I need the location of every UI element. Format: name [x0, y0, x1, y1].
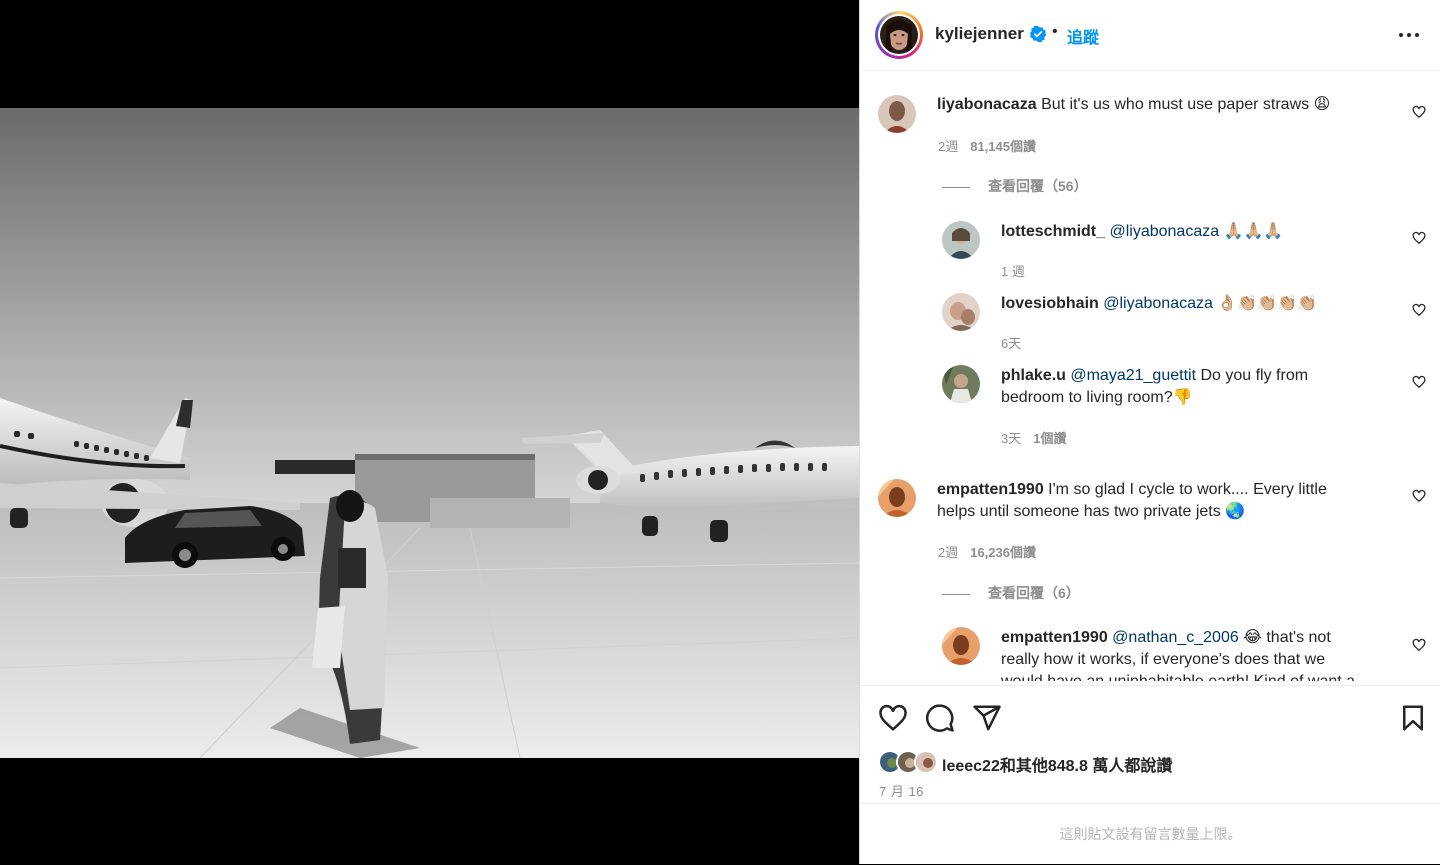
comments-list[interactable]: liyabonacaza But it's us who must use pa…	[860, 71, 1440, 681]
commenter-avatar[interactable]	[942, 627, 980, 665]
comment-text: phlake.u @maya21_guettit Do you fly from…	[1001, 365, 1391, 409]
instagram-post-view: kyliejenner • 追蹤 liyabonacaza But it's u…	[0, 0, 1440, 864]
comment-body: Do you fly from	[1200, 367, 1309, 384]
comment-likes[interactable]: 16,236個讚	[970, 545, 1036, 560]
comment-text: liyabonacaza But it's us who must use pa…	[937, 94, 1367, 116]
comment-meta: 3天 1個讚	[1001, 428, 1066, 447]
verified-badge-icon	[1030, 26, 1046, 42]
bookmark-icon[interactable]	[1398, 703, 1428, 733]
comment-likes[interactable]: 81,145個讚	[970, 139, 1036, 154]
follow-button[interactable]: 追蹤	[1067, 24, 1099, 48]
comment-icon[interactable]	[925, 703, 955, 733]
more-options-icon[interactable]	[1396, 24, 1424, 46]
comment-body-line2: really how it works, if everyone's does …	[1001, 651, 1326, 668]
comment-meta: 1 週	[1001, 261, 1025, 280]
post-date[interactable]: 7 月 16	[879, 781, 924, 800]
comment-text: lovesiobhain @liyabonacaza 👌🏼👏🏼👏🏼👏🏼👏🏼	[1001, 293, 1391, 315]
comment-body: 🙏🏼🙏🏼🙏🏼	[1223, 223, 1284, 240]
replies-divider	[942, 186, 970, 188]
commenter-avatar[interactable]	[942, 365, 980, 403]
comment-age[interactable]: 1 週	[1001, 264, 1025, 279]
comment-age[interactable]: 6天	[1001, 336, 1021, 351]
comment-mention[interactable]: @nathan_c_2006	[1112, 629, 1239, 646]
comment-meta: 6天	[1001, 333, 1021, 352]
post-header: kyliejenner • 追蹤	[860, 0, 1440, 71]
comment-username[interactable]: empatten1990	[937, 481, 1044, 498]
comment-like-heart-icon[interactable]	[1412, 375, 1426, 389]
comment-username[interactable]: empatten1990	[1001, 629, 1108, 646]
comment-username[interactable]: phlake.u	[1001, 367, 1066, 384]
post-actions: leeec22和其他848.8 萬人都說讚 7 月 16	[860, 685, 1440, 803]
comments-sidebar: kyliejenner • 追蹤 liyabonacaza But it's u…	[859, 0, 1440, 864]
view-replies-label: 查看回覆（6）	[988, 585, 1080, 601]
comment-likes[interactable]: 1個讚	[1033, 431, 1066, 446]
view-replies-button[interactable]: 查看回覆（6）	[942, 583, 1080, 603]
commenter-avatar[interactable]	[942, 293, 980, 331]
comment-age[interactable]: 2週	[938, 545, 958, 560]
comment-meta: 2週 16,236個讚	[938, 542, 1036, 561]
comment-like-heart-icon[interactable]	[1412, 303, 1426, 317]
comment-limit-notice: 這則貼文設有留言數量上限。	[860, 803, 1440, 864]
comment-body: I'm so glad I cycle to work.... Every li…	[1048, 481, 1327, 498]
comment-like-heart-icon[interactable]	[1412, 489, 1426, 503]
comment-like-heart-icon[interactable]	[1412, 231, 1426, 245]
comment-mention[interactable]: @maya21_guettit	[1070, 367, 1196, 384]
post-photo	[0, 108, 859, 758]
comment-text: empatten1990 @nathan_c_2006 😂 that's not…	[1001, 627, 1391, 681]
comment-meta: 2週 81,145個讚	[938, 136, 1036, 155]
share-paper-plane-icon[interactable]	[972, 703, 1002, 733]
replies-divider	[942, 593, 970, 595]
comment-age[interactable]: 2週	[938, 139, 958, 154]
author-username[interactable]: kyliejenner	[935, 24, 1024, 44]
commenter-avatar[interactable]	[878, 95, 916, 133]
comment-username[interactable]: lovesiobhain	[1001, 295, 1099, 312]
comment-username[interactable]: liyabonacaza	[937, 96, 1037, 113]
view-replies-button[interactable]: 查看回覆（56）	[942, 176, 1088, 196]
comment-like-heart-icon[interactable]	[1412, 105, 1426, 119]
media-pane	[0, 0, 859, 864]
separator-dot: •	[1052, 23, 1058, 40]
comment-mention[interactable]: @liyabonacaza	[1103, 295, 1213, 312]
comment-username[interactable]: lotteschmidt_	[1001, 223, 1105, 240]
comment-body: 👌🏼👏🏼👏🏼👏🏼👏🏼	[1217, 295, 1317, 312]
comment-mention[interactable]: @liyabonacaza	[1109, 223, 1219, 240]
comment-body-line2: bedroom to living room?👎	[1001, 389, 1193, 406]
likes-summary[interactable]: leeec22和其他848.8 萬人都說讚	[942, 752, 1172, 776]
comment-age[interactable]: 3天	[1001, 431, 1021, 446]
comment-body: But it's us who must use paper straws 😩	[1041, 96, 1331, 113]
view-replies-label: 查看回覆（56）	[988, 178, 1088, 194]
comment-text: empatten1990 I'm so glad I cycle to work…	[937, 479, 1377, 523]
commenter-avatar[interactable]	[878, 479, 916, 517]
comment-text: lotteschmidt_ @liyabonacaza 🙏🏼🙏🏼🙏🏼	[1001, 221, 1391, 243]
author-avatar[interactable]	[875, 11, 923, 59]
liker-avatar	[914, 750, 938, 774]
comment-body: 😂 that's not	[1243, 629, 1331, 646]
like-heart-icon[interactable]	[878, 703, 908, 733]
comment-body-line3: would have an uninhabitable earth! Kind …	[1001, 673, 1355, 681]
comment-like-heart-icon[interactable]	[1412, 638, 1426, 652]
comment-body-line2: helps until someone has two private jets…	[937, 503, 1246, 520]
commenter-avatar[interactable]	[942, 221, 980, 259]
